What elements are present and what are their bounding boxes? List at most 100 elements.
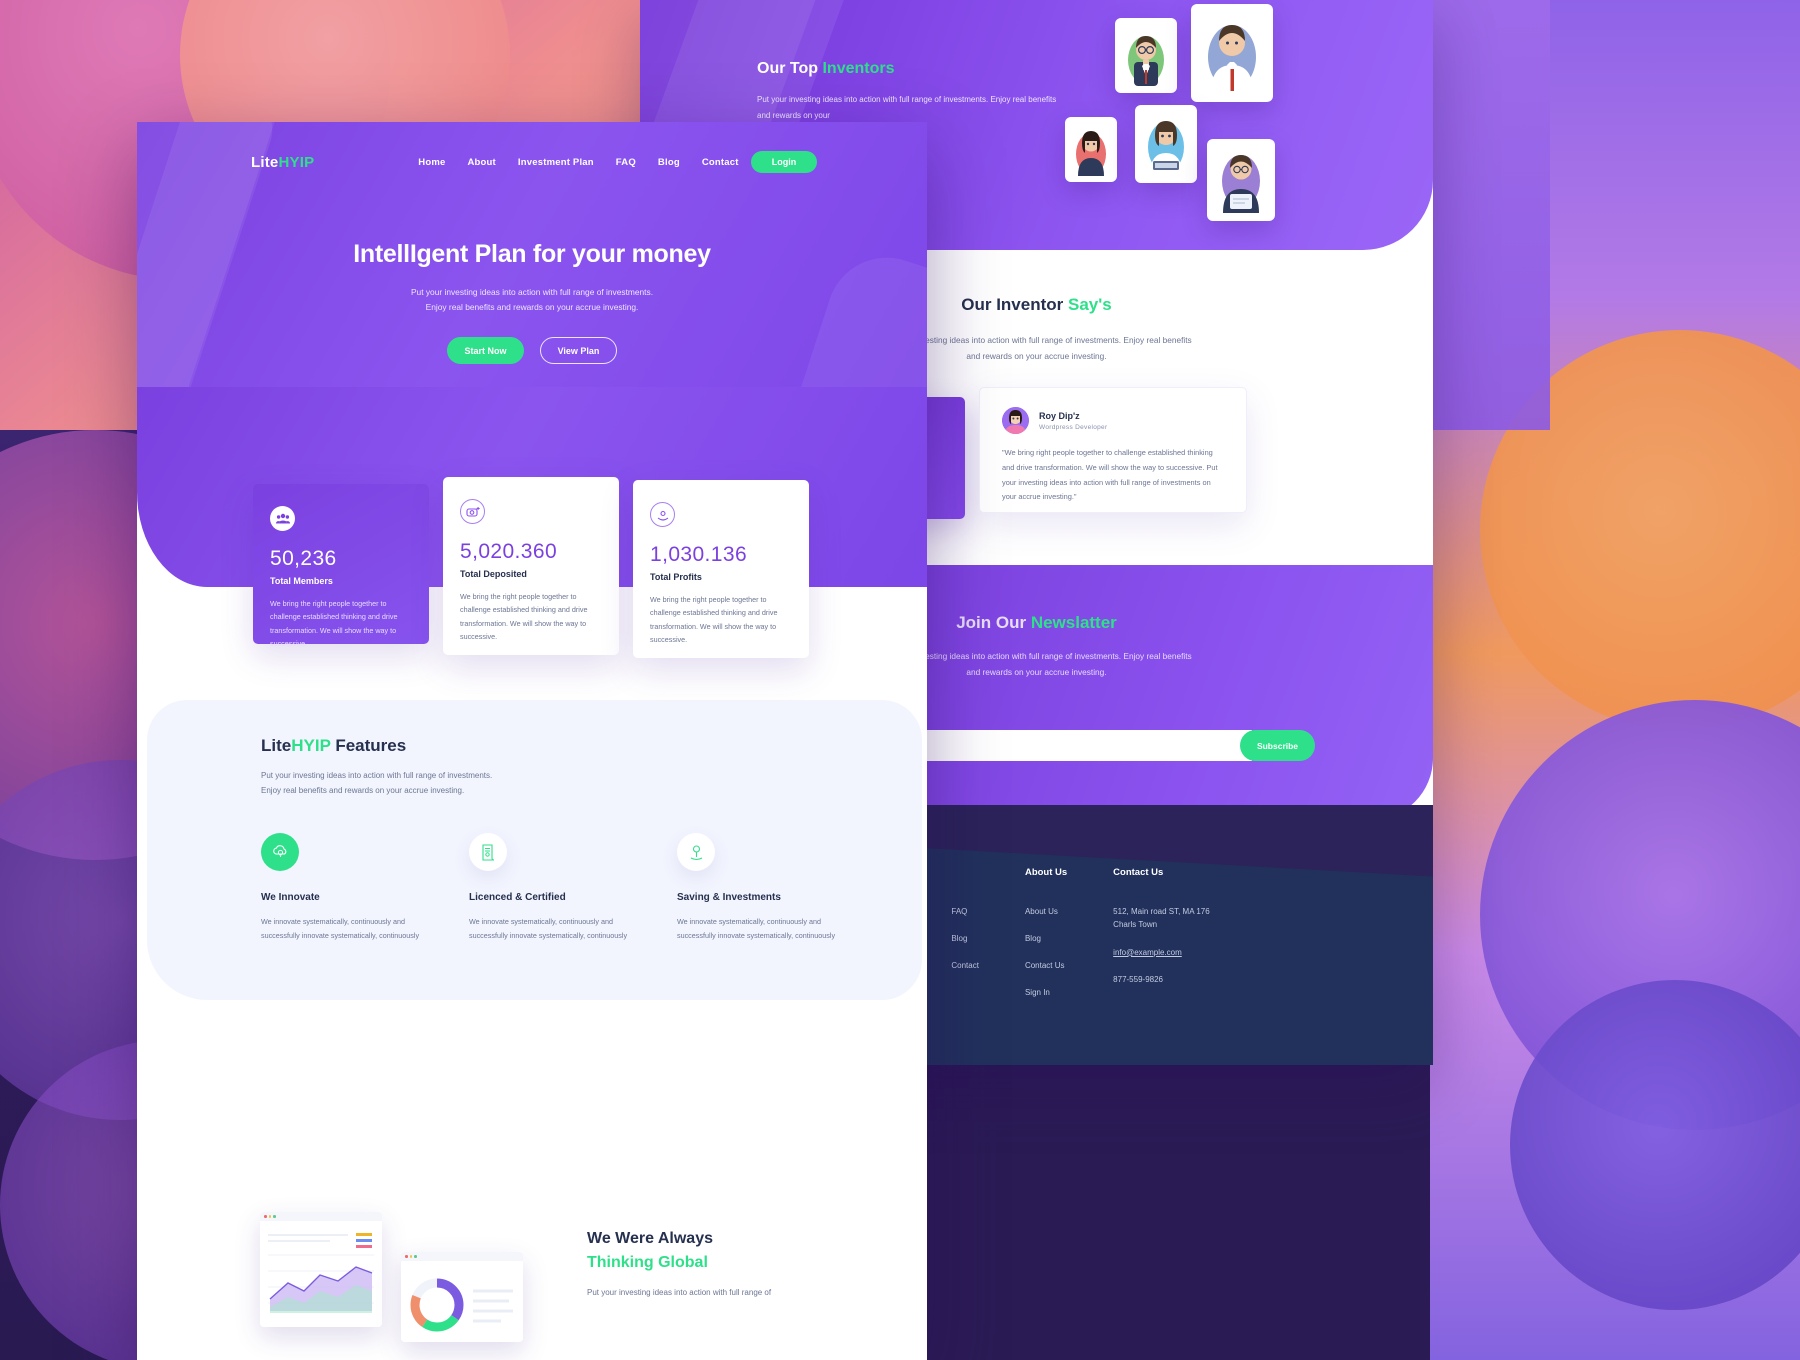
dashboard-dot-red [264,1215,267,1218]
footer-link-contact[interactable]: Contact [951,960,979,972]
features-title-lite: Lite [261,736,292,755]
testimonial-author-role: Wordpress Developer [1039,423,1108,431]
avatar-card-woman-red [1065,117,1117,182]
footer-about-head: About Us [1024,867,1068,878]
nav-item-home[interactable]: Home [418,157,445,168]
dashboard-titlebar-2 [401,1252,523,1261]
deposit-icon-svg [465,506,480,517]
nav-links: Home About Investment Plan FAQ Blog Cont… [418,157,738,168]
hero-sub-line1: Put your investing ideas into action wit… [410,287,654,297]
certificate-icon [469,833,507,871]
avatar-woman-purple-svg [1002,407,1029,434]
testimonials-title-main: Our Inventor [961,295,1068,314]
feature-text-licenced: We innovate systematically, continuously… [469,917,628,940]
testimonial-quote: "We bring right people together to chall… [1002,448,1218,502]
features-grid: We Innovate We innovate systematically, … [261,833,841,942]
section-features: LiteHYIP Features Put your investing ide… [147,700,922,1000]
mockup-primary-page: LiteHYIP Home About Investment Plan FAQ … [137,122,927,1360]
deposit-icon [460,499,485,524]
feature-item-we-innovate[interactable]: We Innovate We innovate systematically, … [261,833,421,942]
footer-link-sign-in[interactable]: Sign In [1025,987,1067,999]
footer-column-contact: Contact Us 512, Main road ST, MA 176 Cha… [1113,867,1210,1014]
footer-contact-head: Contact Us [1113,867,1164,878]
hero-sub-line2: Enjoy real benefits and rewards on your … [425,301,639,312]
newsletter-title-main: Join Our [956,613,1031,632]
footer-link-about-blog[interactable]: Blog [1025,933,1067,945]
nav-item-blog[interactable]: Blog [658,157,680,168]
dashboard-dot-yellow [268,1215,271,1218]
features-title-hyip: HYIP [291,736,331,755]
hero-subtitle: Put your investing ideas into action wit… [137,285,927,314]
newsletter-title-accent: Newslatter [1030,613,1117,632]
stat-label-profits: Total Profits [650,572,702,582]
avatar-card-man-tablet [1207,139,1275,221]
stat-value-profits: 1,030.136 [650,543,748,566]
top-navigation: LiteHYIP Home About Investment Plan FAQ … [137,140,927,184]
nav-item-about[interactable]: About [467,157,495,168]
features-subtitle: Put your investing ideas into action wit… [261,769,492,799]
feature-item-licenced-certified[interactable]: Licenced & Certified We innovate systema… [469,833,629,942]
subscribe-button[interactable]: Subscribe [1240,730,1315,761]
savings-icon-svg [690,844,702,860]
feature-item-saving-investments[interactable]: Saving & Investments We innovate systema… [677,833,837,942]
inventors-title-main: Our Top [757,60,823,77]
members-icon-svg [275,513,290,523]
dashboard-donut-svg [401,1261,523,1342]
footer-link-contact-us[interactable]: Contact Us [1025,960,1067,972]
savings-icon [677,833,715,871]
footer-email-link[interactable]: info@example.com [1113,947,1210,959]
certificate-icon-svg [481,843,494,861]
stat-card-total-profits[interactable]: 1,030.136 Total Profits We bring the rig… [633,480,809,658]
view-plan-button[interactable]: View Plan [540,337,617,365]
features-header: LiteHYIP Features Put your investing ide… [261,736,492,799]
testimonials-title-accent: Say's [1067,295,1112,314]
profit-icon [650,502,675,527]
start-now-button[interactable]: Start Now [447,337,524,365]
inventors-title: Our Top Inventors [757,60,1057,78]
stat-text-profits: We bring the right people together to ch… [650,595,778,644]
logo[interactable]: LiteHYIP [251,154,314,171]
stat-value-members: 50,236 [270,547,337,570]
features-sub-line2: Enjoy real benefits and rewards on your … [261,785,465,795]
feature-name-licenced: Licenced & Certified [469,892,566,903]
footer-address-line2: Charls Town [1113,919,1158,929]
testimonial-author-name: Roy Dip'z [1039,410,1080,421]
avatar-woman-red-icon [1076,130,1106,176]
avatar-card-man-tie [1191,4,1273,102]
cloud-idea-icon-svg [272,844,286,857]
global-subtitle: Put your investing ideas into action wit… [587,1288,772,1297]
stat-text-members: We bring the right people together to ch… [270,599,398,648]
nav-item-contact[interactable]: Contact [702,157,739,168]
stat-label-members: Total Members [270,576,333,586]
avatar-card-woman-laptop [1135,105,1197,183]
logo-hyip: HYIP [278,153,315,171]
footer-address-line1: 512, Main road ST, MA 176 [1113,907,1210,916]
testimonial-card-main[interactable]: Roy Dip'z Wordpress Developer "We bring … [979,387,1247,513]
global-title-line1: We Were Always [587,1230,713,1247]
logo-lite: Lite [251,153,279,171]
footer-link-blog[interactable]: Blog [951,933,979,945]
avatar-card-man-glasses [1115,18,1177,93]
dashboard-dot-green [273,1215,276,1218]
hero-copy: IntellIgent Plan for your money Put your… [137,240,927,365]
global-copy: We Were Always Thinking Global Put your … [587,1230,877,1301]
members-icon [270,506,295,531]
footer-link-about-us[interactable]: About Us [1025,906,1067,918]
stats-cards: 50,236 Total Members We bring the right … [253,459,813,659]
dashboard-mockup-chart [260,1212,382,1327]
inventors-copy: Our Top Inventors Put your investing ide… [757,60,1057,124]
footer-links-col-b: FAQ Blog Contact [951,906,979,987]
avatar-man-tie-icon [1208,25,1256,93]
stat-card-total-deposited[interactable]: 5,020.360 Total Deposited We bring the r… [443,477,619,655]
nav-item-investment-plan[interactable]: Investment Plan [518,157,594,168]
dashboard-titlebar-1 [260,1212,382,1221]
nav-item-faq[interactable]: FAQ [616,157,636,168]
footer-column-about: About Us About Us Blog Contact Us Sign I… [1025,867,1067,1014]
features-title-rest: Features [330,736,407,755]
section-thinking-global: We Were Always Thinking Global Put your … [137,1062,927,1360]
feature-text-saving: We innovate systematically, continuously… [677,917,836,940]
footer-link-faq[interactable]: FAQ [951,906,979,918]
footer-address: 512, Main road ST, MA 176 Charls Town [1113,906,1210,932]
login-button[interactable]: Login [751,151,817,173]
stat-card-total-members[interactable]: 50,236 Total Members We bring the right … [253,484,429,648]
